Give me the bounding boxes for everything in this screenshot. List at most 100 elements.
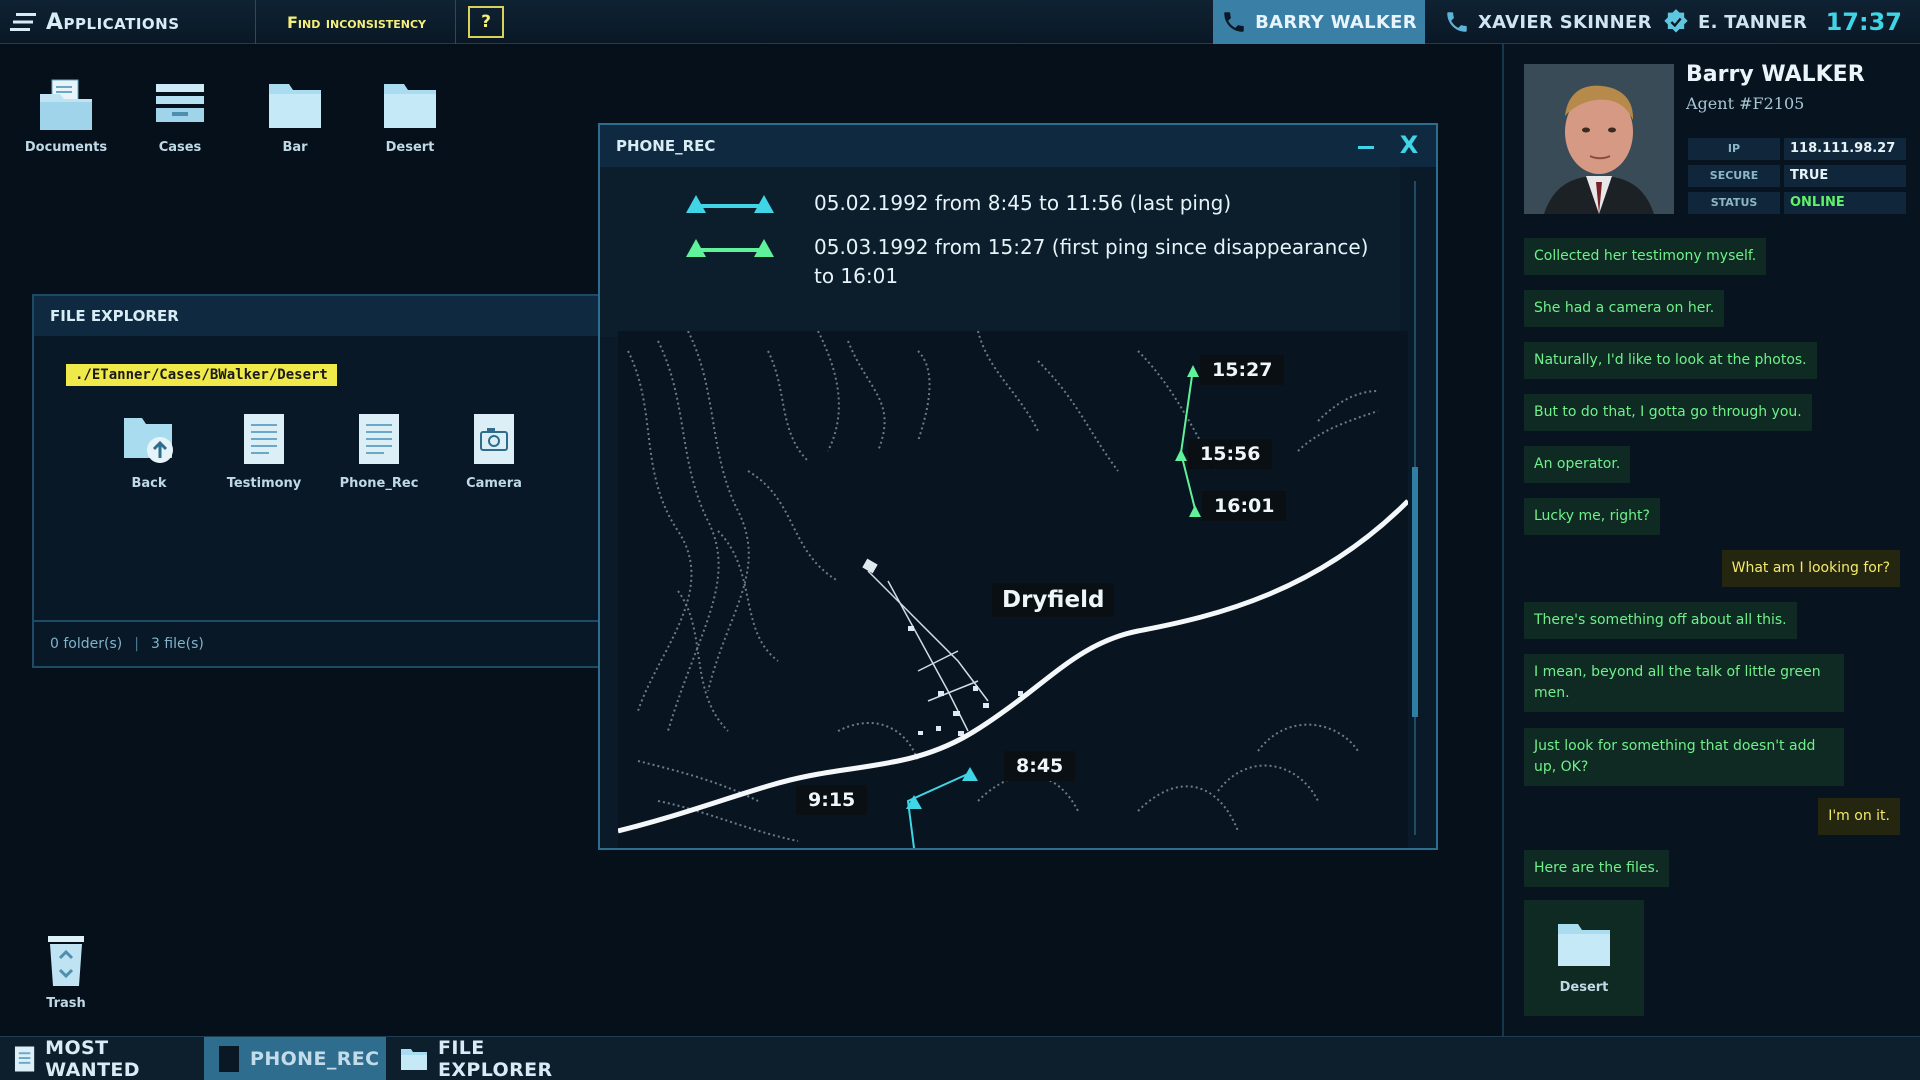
taskbar-label: FILE EXPLORER <box>437 1037 553 1080</box>
ping-label: 15:27 <box>1200 355 1285 385</box>
status-separator: | <box>134 636 139 652</box>
map-legend: 05.02.1992 from 8:45 to 11:56 (last ping… <box>600 167 1400 337</box>
shared-folder-desert[interactable]: Desert <box>1524 900 1644 1016</box>
phone-window-icon <box>219 1046 239 1072</box>
chat-message: There's something off about all this. <box>1524 602 1797 639</box>
desktop-icon-label: Trash <box>46 996 86 1011</box>
desktop-icon-documents[interactable]: Documents <box>16 78 116 155</box>
applications-menu-button[interactable]: Applications <box>0 0 256 44</box>
agent-id: Agent #F2105 <box>1686 94 1805 113</box>
shared-folder-label: Desert <box>1559 980 1609 995</box>
taskbar-label: MOST WANTED <box>45 1037 140 1080</box>
chat-message-reply: What am I looking for? <box>1721 550 1900 587</box>
file-explorer-window: FILE EXPLORER ./ETanner/Cases/BWalker/De… <box>32 294 612 668</box>
contact-xavier-skinner[interactable]: XAVIER SKINNER <box>1444 0 1652 44</box>
phone-icon <box>1224 12 1244 32</box>
document-icon <box>14 1046 35 1072</box>
folder-icon <box>269 84 321 128</box>
clock: 17:37 <box>1825 8 1902 36</box>
top-bar: Applications Find inconsistency ? BARRY … <box>0 0 1920 44</box>
green-ping-arrow-icon <box>686 239 774 257</box>
cyan-ping-arrow-icon <box>686 195 774 213</box>
phone-rec-titlebar[interactable]: PHONE_REC X <box>600 125 1436 167</box>
scrollbar-thumb[interactable] <box>1412 467 1418 717</box>
trash-icon <box>48 936 84 986</box>
file-item-testimony[interactable]: Testimony <box>219 412 309 491</box>
status-badge: ONLINE <box>1784 192 1906 214</box>
town-label: Dryfield <box>992 583 1115 617</box>
file-count: 3 file(s) <box>150 636 204 652</box>
file-item-label: Back <box>131 476 167 491</box>
contact-name: BARRY WALKER <box>1255 11 1417 33</box>
folder-count: 0 folder(s) <box>50 636 123 652</box>
cases-icon <box>156 84 204 122</box>
taskbar-item-phone-rec[interactable]: PHONE_REC <box>204 1037 386 1080</box>
chat-message: Naturally, I'd like to look at the photo… <box>1524 342 1817 379</box>
taskbar-item-most-wanted[interactable]: MOST WANTED <box>0 1037 204 1080</box>
desktop-icon-bar[interactable]: Bar <box>245 78 345 155</box>
desktop-icon-cases[interactable]: Cases <box>130 78 230 155</box>
folder-back-icon <box>124 418 173 463</box>
desktop-icon-desert[interactable]: Desert <box>360 78 460 155</box>
stat-key: SECURE <box>1688 165 1780 187</box>
file-item-camera[interactable]: Camera <box>449 412 539 491</box>
taskbar-item-file-explorer[interactable]: FILE EXPLORER <box>386 1037 606 1080</box>
agent-name: Barry WALKER <box>1686 62 1865 87</box>
stat-secure: SECURE TRUE <box>1688 165 1906 189</box>
ping-label: 16:01 <box>1202 491 1287 521</box>
topographic-map[interactable]: 15:27 15:56 16:01 8:45 9:15 Dryfield <box>618 331 1408 848</box>
close-button[interactable]: X <box>1396 131 1422 159</box>
stat-value: 118.111.98.27 <box>1784 138 1906 160</box>
applications-label: Applications <box>46 9 180 35</box>
folder-icon <box>384 84 436 128</box>
chat-message: Lucky me, right? <box>1524 498 1660 535</box>
document-icon <box>244 414 284 464</box>
file-item-phone-rec[interactable]: Phone_Rec <box>334 412 424 491</box>
phone-rec-window: PHONE_REC X 05.02.1992 from 8:45 to 11:5… <box>598 123 1438 850</box>
menu-icon <box>10 13 36 31</box>
portrait-image <box>1524 64 1674 214</box>
help-button[interactable]: ? <box>468 6 504 38</box>
file-item-label: Camera <box>466 476 522 491</box>
badge-icon <box>1664 9 1688 33</box>
chat-message: But to do that, I gotta go through you. <box>1524 394 1812 431</box>
document-icon <box>359 414 399 464</box>
avatar <box>1524 64 1674 214</box>
contact-name: XAVIER SKINNER <box>1478 11 1652 33</box>
file-item-label: Phone_Rec <box>339 476 419 491</box>
stat-key: IP <box>1688 138 1780 160</box>
contact-e-tanner[interactable]: E. TANNER <box>1662 0 1807 44</box>
contact-name: E. TANNER <box>1698 11 1808 33</box>
chat-message: An operator. <box>1524 446 1631 483</box>
find-inconsistency-button[interactable]: Find inconsistency <box>258 0 456 44</box>
chat-message: Collected her testimony myself. <box>1524 238 1767 275</box>
legend-row-first-day: 05.02.1992 from 8:45 to 11:56 (last ping… <box>684 189 1374 219</box>
contact-chat-panel: Barry WALKER Agent #F2105 IP 118.111.98.… <box>1502 44 1920 1036</box>
ping-label: 9:15 <box>796 785 868 815</box>
path-breadcrumb: ./ETanner/Cases/BWalker/Desert <box>66 364 337 386</box>
folder-icon <box>1558 924 1610 966</box>
legend-row-second-day: 05.03.1992 from 15:27 (first ping since … <box>684 233 1374 291</box>
file-item-back[interactable]: Back <box>104 412 194 491</box>
window-title: PHONE_REC <box>616 137 716 155</box>
desktop-icon-label: Documents <box>24 140 108 155</box>
file-explorer-titlebar[interactable]: FILE EXPLORER <box>34 296 610 336</box>
contact-barry-walker[interactable]: BARRY WALKER <box>1213 0 1425 44</box>
legend-text: 05.02.1992 from 8:45 to 11:56 (last ping… <box>814 191 1232 215</box>
stat-value: TRUE <box>1784 165 1906 187</box>
chat-message-reply: I'm on it. <box>1818 798 1900 835</box>
desktop-icon-label: Bar <box>282 140 308 155</box>
desktop-icon-label: Desert <box>385 140 435 155</box>
documents-folder-icon <box>40 79 92 130</box>
ping-label: 8:45 <box>1004 751 1076 781</box>
stat-status: STATUS ONLINE <box>1688 192 1906 216</box>
camera-file-icon <box>474 414 514 464</box>
folder-icon <box>400 1049 427 1070</box>
chat-message: I mean, beyond all the talk of little gr… <box>1524 654 1844 712</box>
minimize-icon[interactable] <box>1354 133 1378 157</box>
desktop-icon-trash[interactable]: Trash <box>16 932 116 1011</box>
chat-message: Here are the files. <box>1524 850 1670 887</box>
ping-label: 15:56 <box>1188 439 1273 469</box>
file-item-label: Testimony <box>226 476 302 491</box>
chat-message: She had a camera on her. <box>1524 290 1725 327</box>
